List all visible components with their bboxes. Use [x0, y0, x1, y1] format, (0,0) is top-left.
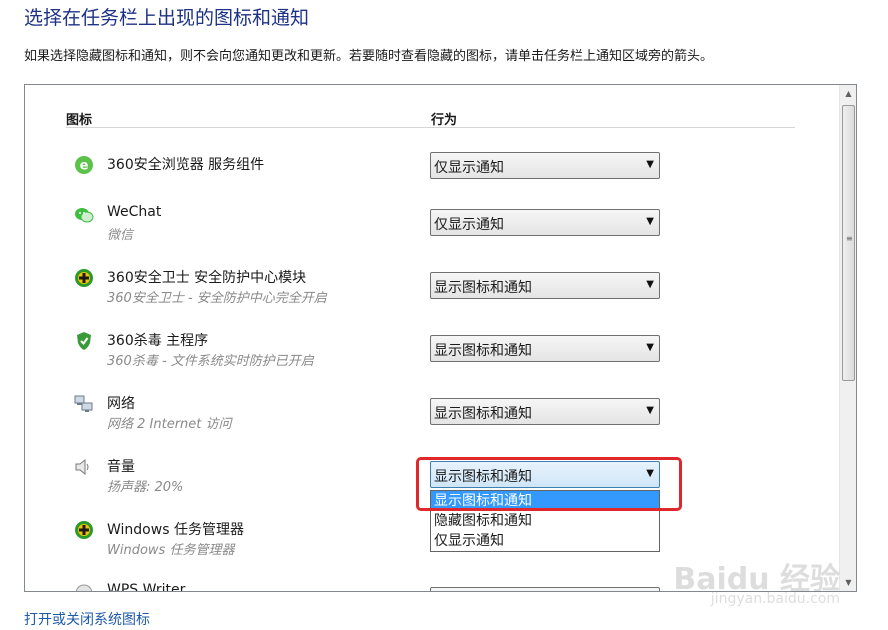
dropdown-option[interactable]: 仅显示通知	[431, 531, 659, 551]
scroll-down-icon[interactable]: ▼	[840, 574, 856, 591]
speaker-icon	[73, 456, 95, 478]
row-name: WPS Writer	[107, 582, 186, 592]
column-header-icon: 图标	[66, 113, 93, 128]
highlight-annotation	[416, 457, 682, 511]
list-item: 360安全卫士 安全防护中心模块 360安全卫士 - 安全防护中心完全开启	[25, 267, 833, 317]
row-subtitle: 微信	[107, 228, 134, 243]
antivirus-icon	[73, 330, 95, 352]
row-name: 音量	[107, 459, 135, 475]
chevron-down-icon: ▼	[646, 159, 654, 170]
chevron-down-icon: ▼	[646, 279, 654, 290]
dropdown-option[interactable]: 隐藏图标和通知	[431, 511, 659, 531]
behavior-select[interactable]: 显示图标和通知 ▼	[430, 335, 660, 362]
svg-text:e: e	[80, 159, 89, 174]
behavior-select[interactable]: 仅显示通知 ▼	[430, 152, 660, 179]
row-subtitle: 网络 2 Internet 访问	[107, 417, 232, 432]
scroll-up-icon[interactable]: ▲	[840, 85, 856, 102]
behavior-select[interactable]	[430, 587, 660, 591]
browser-icon: e	[73, 154, 95, 176]
task-manager-icon	[73, 519, 95, 541]
column-header-behavior: 行为	[431, 113, 458, 128]
row-name: 360安全卫士 安全防护中心模块	[107, 270, 307, 286]
row-name: 360杀毒 主程序	[107, 333, 209, 349]
row-subtitle: Windows 任务管理器	[107, 543, 235, 558]
grip-icon: ≡	[846, 234, 853, 243]
page-description: 如果选择隐藏图标和通知，则不会向您通知更改和更新。若要随时查看隐藏的图标，请单击…	[24, 49, 714, 64]
system-icons-link[interactable]: 打开或关闭系统图标	[24, 609, 150, 629]
wps-icon	[73, 582, 95, 591]
row-subtitle: 360安全卫士 - 安全防护中心完全开启	[107, 291, 327, 306]
select-value: 显示图标和通知	[434, 280, 532, 296]
behavior-select[interactable]: 仅显示通知 ▼	[430, 209, 660, 236]
row-subtitle: 扬声器: 20%	[107, 480, 184, 495]
notification-icons-panel: 图标 行为 e 360安全浏览器 服务组件 仅显示通知 ▼ WeChat 微信 …	[24, 84, 857, 592]
list-item: 360杀毒 主程序 360杀毒 - 文件系统实时防护已开启	[25, 330, 833, 380]
behavior-select[interactable]: 显示图标和通知 ▼	[430, 398, 660, 425]
list-item: e 360安全浏览器 服务组件	[25, 154, 833, 204]
chevron-down-icon: ▼	[646, 216, 654, 227]
row-name: 网络	[107, 396, 135, 412]
row-name: 360安全浏览器 服务组件	[107, 157, 265, 173]
list-item: 网络 网络 2 Internet 访问	[25, 393, 833, 443]
select-value: 仅显示通知	[434, 160, 504, 176]
select-value: 显示图标和通知	[434, 406, 532, 422]
wechat-icon	[73, 204, 95, 226]
row-name: WeChat	[107, 204, 162, 220]
behavior-select[interactable]: 显示图标和通知 ▼	[430, 272, 660, 299]
chevron-down-icon: ▼	[646, 342, 654, 353]
watermark-url: jingyan.baidu.com	[710, 591, 840, 607]
page-title: 选择在任务栏上出现的图标和通知	[24, 7, 310, 29]
select-value: 显示图标和通知	[434, 343, 532, 359]
select-value: 仅显示通知	[434, 217, 504, 233]
network-icon	[73, 393, 95, 415]
list-item: WeChat 微信	[25, 204, 833, 254]
row-name: Windows 任务管理器	[107, 522, 244, 538]
row-subtitle: 360杀毒 - 文件系统实时防护已开启	[107, 354, 314, 369]
shield-plus-icon	[73, 267, 95, 289]
vertical-scrollbar[interactable]: ▲ ≡ ▼	[839, 85, 856, 591]
chevron-down-icon: ▼	[646, 405, 654, 416]
header-divider	[66, 127, 795, 128]
scrollbar-thumb[interactable]: ≡	[842, 105, 855, 381]
